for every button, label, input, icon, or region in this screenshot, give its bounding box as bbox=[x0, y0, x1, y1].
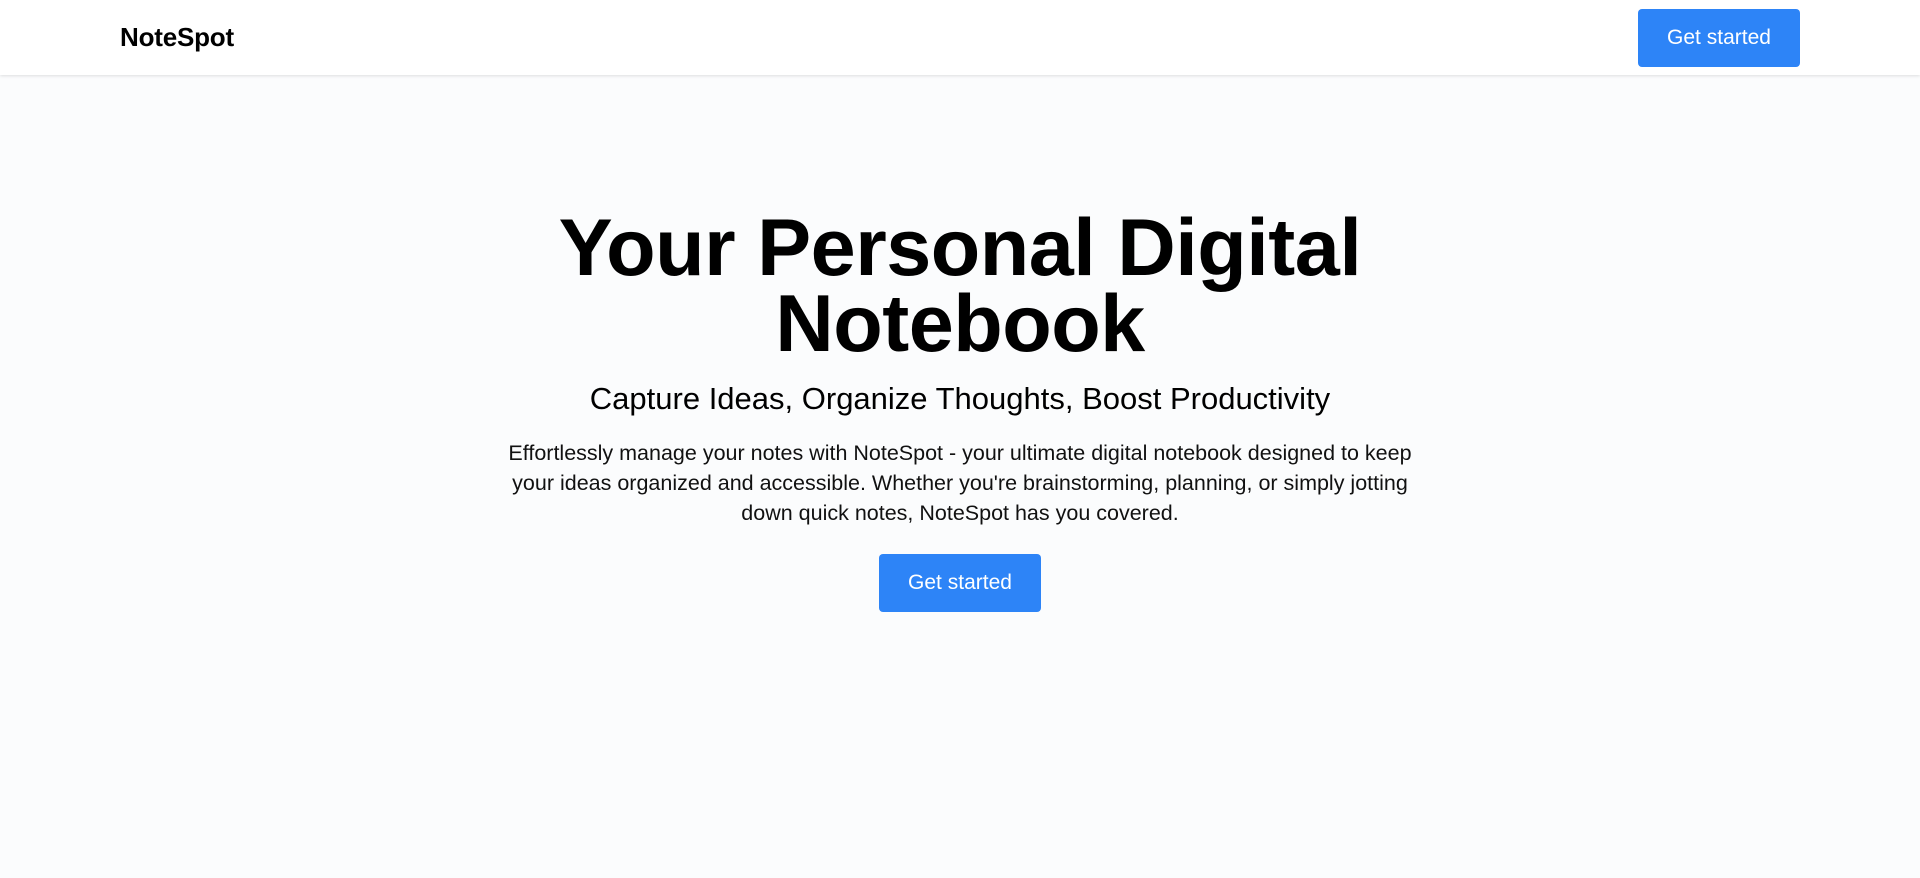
hero-section: Your Personal Digital Notebook Capture I… bbox=[0, 75, 1920, 612]
top-navbar: NoteSpot Get started bbox=[0, 0, 1920, 75]
get-started-button-hero[interactable]: Get started bbox=[879, 554, 1041, 612]
hero-description: Effortlessly manage your notes with Note… bbox=[508, 441, 1412, 525]
hero-title: Your Personal Digital Notebook bbox=[558, 203, 1362, 369]
hero-subtitle: Capture Ideas, Organize Thoughts, Boost … bbox=[589, 381, 1331, 416]
get-started-button-nav[interactable]: Get started bbox=[1638, 9, 1800, 67]
brand-logo[interactable]: NoteSpot bbox=[120, 20, 234, 54]
